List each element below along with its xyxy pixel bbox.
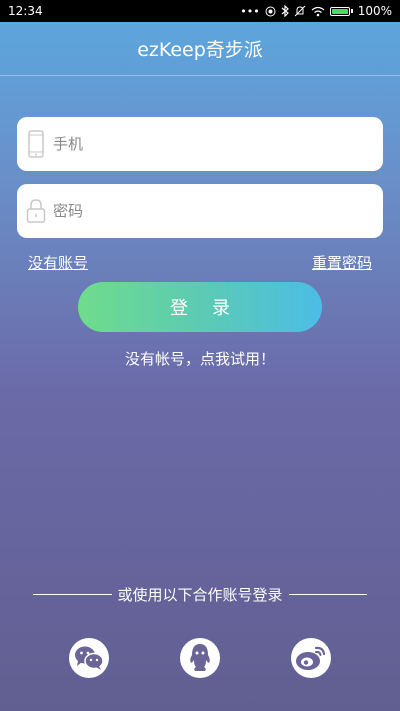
wechat-login-button[interactable] xyxy=(69,638,109,678)
bluetooth-icon xyxy=(281,5,289,17)
phone-field[interactable] xyxy=(17,117,383,171)
circle-icon xyxy=(265,6,276,17)
divider-line-left xyxy=(33,594,112,595)
third-party-label: 或使用以下合作账号登录 xyxy=(117,586,283,604)
battery-percent: 100% xyxy=(357,4,392,18)
qq-icon xyxy=(190,644,210,671)
weibo-icon xyxy=(296,646,326,670)
reset-password-link[interactable]: 重置密码 xyxy=(312,252,372,273)
status-time: 12:34 xyxy=(8,4,43,18)
trial-link[interactable]: 没有帐号，点我试用！ xyxy=(0,348,400,369)
more-dots-icon: ••• xyxy=(240,4,260,18)
password-field[interactable] xyxy=(17,184,383,238)
app-header: ezKeep奇步派 xyxy=(0,22,400,76)
password-input[interactable] xyxy=(51,195,355,227)
wifi-icon xyxy=(311,6,325,17)
divider-line-right xyxy=(288,594,368,595)
register-link[interactable]: 没有账号 xyxy=(28,252,88,273)
lock-icon xyxy=(25,195,47,227)
qq-login-button[interactable] xyxy=(180,638,220,678)
page-title: ezKeep奇步派 xyxy=(137,39,263,61)
mute-icon xyxy=(294,5,306,17)
phone-input[interactable] xyxy=(51,128,355,160)
third-party-divider: 或使用以下合作账号登录 xyxy=(33,584,368,605)
wechat-icon xyxy=(75,646,104,670)
login-button[interactable]: 登录 xyxy=(78,282,322,332)
battery-icon xyxy=(329,6,353,16)
status-bar: 12:34 ••• 100% xyxy=(0,0,400,22)
weibo-login-button[interactable] xyxy=(291,638,331,678)
phone-icon xyxy=(25,128,47,160)
status-icons: ••• 100% xyxy=(240,4,392,18)
